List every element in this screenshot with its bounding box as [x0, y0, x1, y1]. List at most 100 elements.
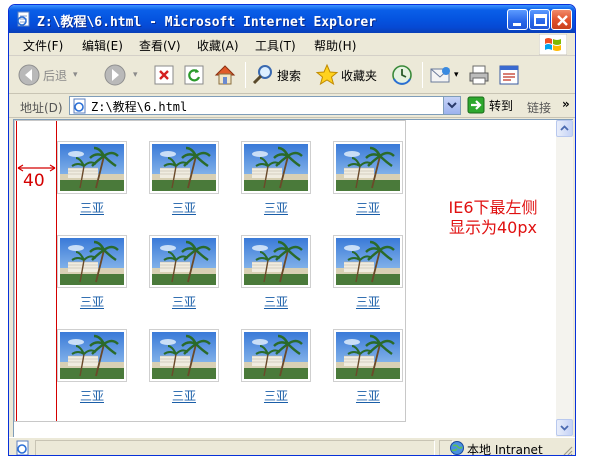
address-dropdown-button[interactable]: [443, 97, 460, 114]
photo-thumbnail[interactable]: [333, 235, 403, 288]
gallery-item[interactable]: 三亚: [333, 141, 403, 215]
photo-thumbnail[interactable]: [333, 329, 403, 382]
photo-thumbnail[interactable]: [149, 235, 219, 288]
photo-thumbnail[interactable]: [57, 329, 127, 382]
media-button[interactable]: [390, 61, 414, 89]
window-title: Z:\教程\6.html - Microsoft Internet Explor…: [37, 15, 377, 30]
menu-view[interactable]: 查看(V): [139, 37, 181, 54]
page-icon: [73, 98, 86, 114]
menu-bar: 文件(F) 编辑(E) 查看(V) 收藏(A) 工具(T) 帮助(H): [9, 33, 575, 56]
stop-button[interactable]: [153, 61, 175, 89]
photo-caption-link[interactable]: 三亚: [149, 199, 219, 216]
beach-photo-icon: [336, 144, 400, 191]
photo-thumbnail[interactable]: [333, 141, 403, 194]
address-input[interactable]: Z:\教程\6.html: [69, 96, 461, 115]
vertical-scrollbar[interactable]: [556, 119, 573, 437]
back-arrow-icon: [18, 64, 40, 86]
search-button[interactable]: 搜索: [251, 61, 301, 89]
forward-button[interactable]: ▾: [103, 61, 138, 89]
photo-caption-link[interactable]: 三亚: [333, 387, 403, 404]
links-chevron-icon[interactable]: »: [562, 97, 570, 111]
chevron-down-icon: [447, 102, 457, 109]
minimize-button[interactable]: [507, 9, 528, 30]
intranet-globe-icon: [450, 441, 464, 455]
maximize-icon: [534, 14, 547, 26]
gallery-item[interactable]: 三亚: [57, 235, 127, 309]
photo-caption-link[interactable]: 三亚: [57, 293, 127, 310]
gallery-item[interactable]: 三亚: [241, 329, 311, 403]
scroll-down-button[interactable]: [556, 419, 573, 436]
back-dropdown-icon[interactable]: ▾: [73, 70, 78, 80]
close-button[interactable]: [551, 9, 572, 30]
scroll-up-button[interactable]: [556, 120, 573, 137]
photo-caption-link[interactable]: 三亚: [333, 199, 403, 216]
title-bar[interactable]: Z:\教程\6.html - Microsoft Internet Explor…: [9, 5, 575, 33]
gallery-item[interactable]: 三亚: [149, 235, 219, 309]
standard-toolbar: 后退 ▾ ▾ 搜索 收藏夹 ▾: [9, 56, 575, 94]
close-icon: [557, 15, 568, 26]
home-button[interactable]: [213, 61, 237, 89]
photo-caption-link[interactable]: 三亚: [241, 199, 311, 216]
beach-photo-icon: [60, 332, 124, 379]
links-label[interactable]: 链接: [527, 99, 551, 116]
photo-caption-link[interactable]: 三亚: [241, 293, 311, 310]
photo-caption-link[interactable]: 三亚: [241, 387, 311, 404]
menu-tools[interactable]: 工具(T): [255, 37, 296, 54]
ie-page-icon: [17, 11, 30, 27]
menu-favorites[interactable]: 收藏(A): [197, 37, 239, 54]
favorites-button[interactable]: 收藏夹: [315, 61, 377, 89]
photo-thumbnail[interactable]: [57, 235, 127, 288]
photo-thumbnail[interactable]: [241, 141, 311, 194]
go-label: 转到: [489, 98, 514, 113]
page-viewport: 40 三亚 三亚 三亚 三亚 三亚 三亚 三亚 三亚 三亚 三亚 三亚 三亚 I…: [13, 119, 556, 437]
photo-caption-link[interactable]: 三亚: [333, 293, 403, 310]
photo-caption-link[interactable]: 三亚: [149, 387, 219, 404]
home-icon: [214, 65, 236, 85]
refresh-button[interactable]: [183, 61, 205, 89]
beach-photo-icon: [60, 238, 124, 285]
chevron-up-icon: [560, 125, 569, 131]
print-button[interactable]: [467, 61, 491, 89]
toolbar-separator: [422, 62, 423, 88]
mail-dropdown-icon[interactable]: ▾: [454, 70, 459, 80]
windows-flag-icon: [539, 34, 567, 55]
gallery-item[interactable]: 三亚: [333, 329, 403, 403]
menu-edit[interactable]: 编辑(E): [82, 37, 123, 54]
gallery-item[interactable]: 三亚: [333, 235, 403, 309]
edit-button[interactable]: [497, 61, 521, 89]
gallery-item[interactable]: 三亚: [241, 141, 311, 215]
photo-thumbnail[interactable]: [241, 329, 311, 382]
back-label: 后退: [43, 68, 68, 83]
forward-dropdown-icon[interactable]: ▾: [133, 70, 138, 80]
beach-photo-icon: [244, 144, 308, 191]
menu-file[interactable]: 文件(F): [23, 37, 63, 54]
beach-photo-icon: [244, 332, 308, 379]
photo-thumbnail[interactable]: [149, 141, 219, 194]
page-done-icon: [16, 440, 29, 455]
resize-grip-icon[interactable]: [561, 444, 573, 456]
photo-caption-link[interactable]: 三亚: [57, 387, 127, 404]
back-button[interactable]: 后退 ▾: [17, 61, 78, 89]
gallery-item[interactable]: 三亚: [149, 329, 219, 403]
menu-help[interactable]: 帮助(H): [314, 37, 356, 54]
history-icon: [392, 65, 412, 85]
refresh-icon: [184, 65, 204, 85]
maximize-button[interactable]: [529, 9, 550, 30]
toolbar-separator: [245, 62, 246, 88]
photo-thumbnail[interactable]: [149, 329, 219, 382]
gallery-item[interactable]: 三亚: [241, 235, 311, 309]
photo-caption-link[interactable]: 三亚: [149, 293, 219, 310]
photo-thumbnail[interactable]: [57, 141, 127, 194]
mail-icon: [430, 67, 450, 83]
photo-caption-link[interactable]: 三亚: [57, 199, 127, 216]
mail-button[interactable]: ▾: [429, 61, 459, 89]
note-line: 显示为40px: [449, 218, 537, 237]
stop-icon: [154, 65, 174, 85]
chevron-down-icon: [560, 425, 569, 431]
gallery-item[interactable]: 三亚: [57, 329, 127, 403]
gallery-item[interactable]: 三亚: [149, 141, 219, 215]
beach-photo-icon: [336, 332, 400, 379]
gallery-item[interactable]: 三亚: [57, 141, 127, 215]
photo-thumbnail[interactable]: [241, 235, 311, 288]
go-button[interactable]: 转到: [467, 96, 513, 114]
